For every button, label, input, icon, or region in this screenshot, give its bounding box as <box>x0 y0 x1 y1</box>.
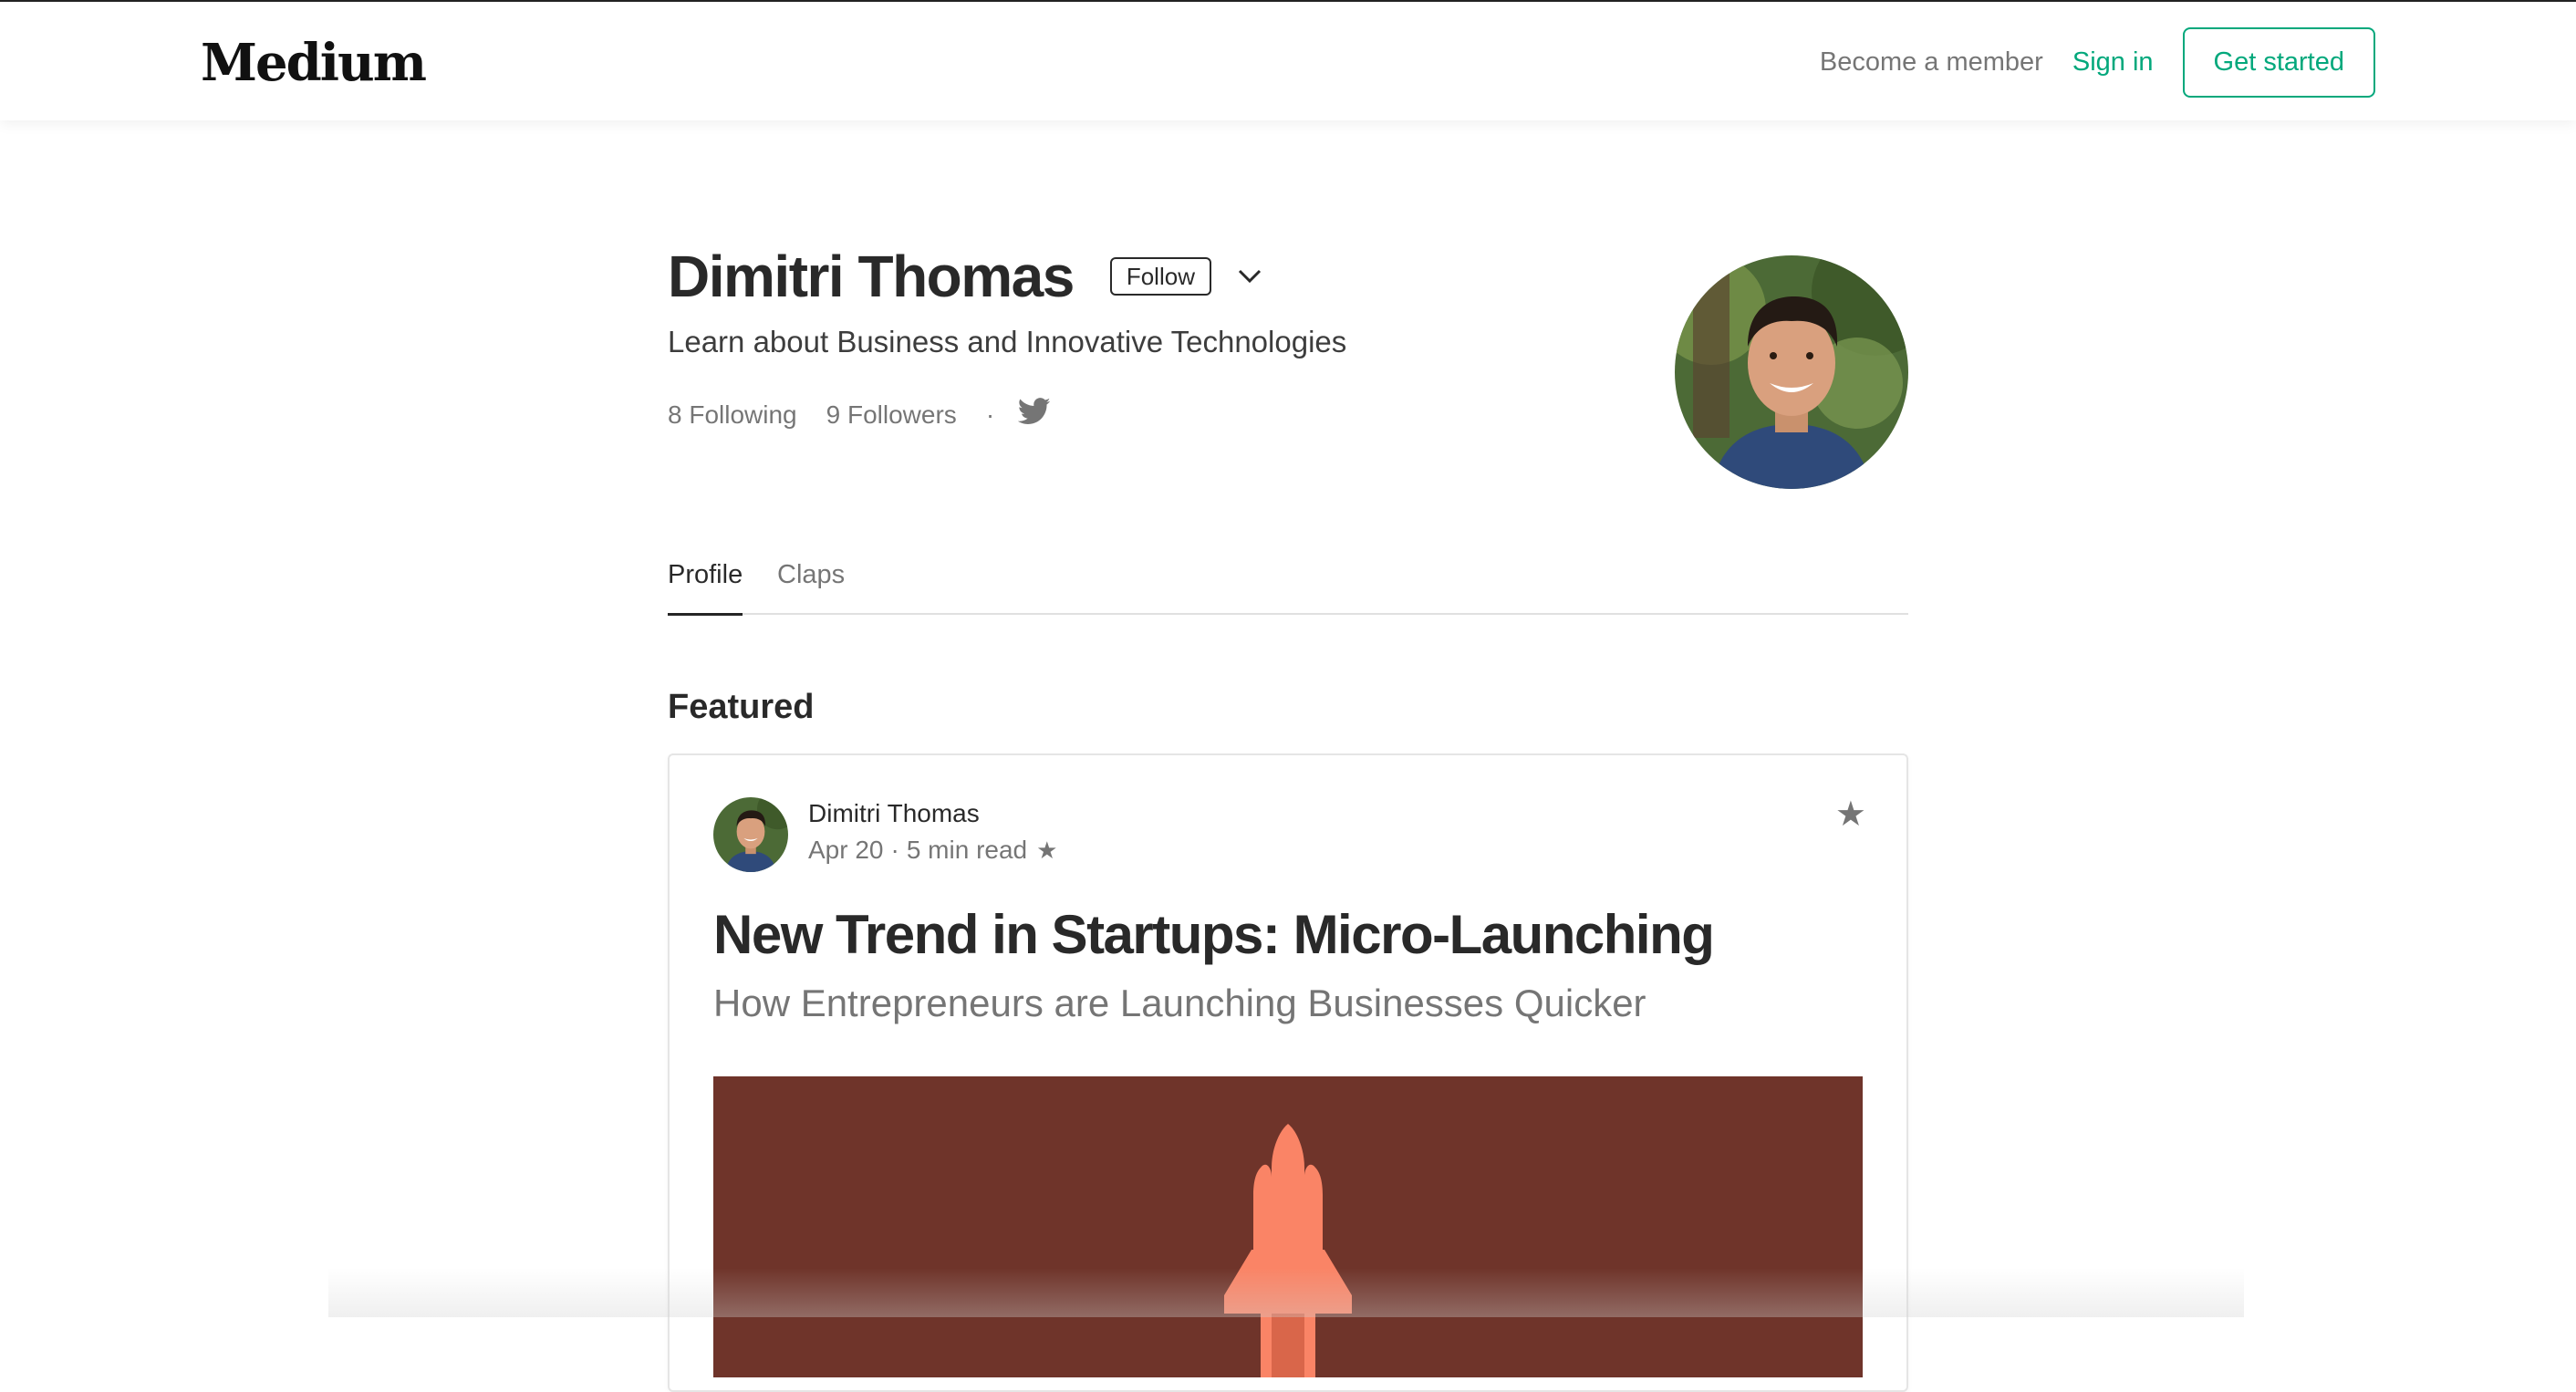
profile-tabs: Profile Claps <box>668 560 1908 616</box>
get-started-button[interactable]: Get started <box>2182 27 2375 98</box>
header-actions: Become a member Sign in Get started <box>1820 27 2375 98</box>
separator-dot: · <box>985 400 995 429</box>
follow-button[interactable]: Follow <box>1109 257 1211 296</box>
profile-name-row: Dimitri Thomas Follow <box>668 243 1264 310</box>
member-star-icon: ★ <box>1036 836 1058 864</box>
become-member-link[interactable]: Become a member <box>1820 47 2043 78</box>
medium-logo[interactable]: Medium <box>201 33 427 93</box>
post-title[interactable]: New Trend in Startups: Micro-Launching <box>713 903 1715 966</box>
author-avatar[interactable] <box>713 797 788 872</box>
featured-post-card[interactable]: Dimitri Thomas Apr 20 · 5 min read ★ ★ N… <box>668 753 1908 1392</box>
post-subtitle[interactable]: How Entrepreneurs are Launching Business… <box>713 982 1646 1025</box>
following-count-link[interactable]: 8 Following <box>668 400 797 430</box>
sign-in-link[interactable]: Sign in <box>2072 47 2154 78</box>
post-meta: Apr 20 · 5 min read ★ <box>808 836 1057 865</box>
profile-stats: 8 Following 9 Followers · <box>668 398 1051 431</box>
bookmark-star-icon[interactable]: ★ <box>1835 794 1866 835</box>
post-read-time: 5 min read <box>906 836 1028 864</box>
featured-heading: Featured <box>668 688 815 726</box>
post-date[interactable]: Apr 20 <box>808 836 884 865</box>
post-hero-image[interactable] <box>713 1076 1863 1377</box>
profile-bio: Learn about Business and Innovative Tech… <box>668 325 1347 358</box>
tab-profile[interactable]: Profile <box>668 560 743 616</box>
twitter-icon[interactable] <box>1017 398 1051 431</box>
chevron-down-icon[interactable] <box>1235 262 1264 291</box>
tab-claps[interactable]: Claps <box>777 560 845 615</box>
profile-avatar <box>1675 255 1908 489</box>
rocket-icon <box>1224 1124 1352 1377</box>
post-author-name[interactable]: Dimitri Thomas <box>808 799 980 828</box>
top-navigation: Medium Become a member Sign in Get start… <box>0 0 2576 120</box>
followers-count-link[interactable]: 9 Followers <box>826 400 957 430</box>
separator-dot: · <box>890 836 899 864</box>
profile-name: Dimitri Thomas <box>668 244 1075 309</box>
